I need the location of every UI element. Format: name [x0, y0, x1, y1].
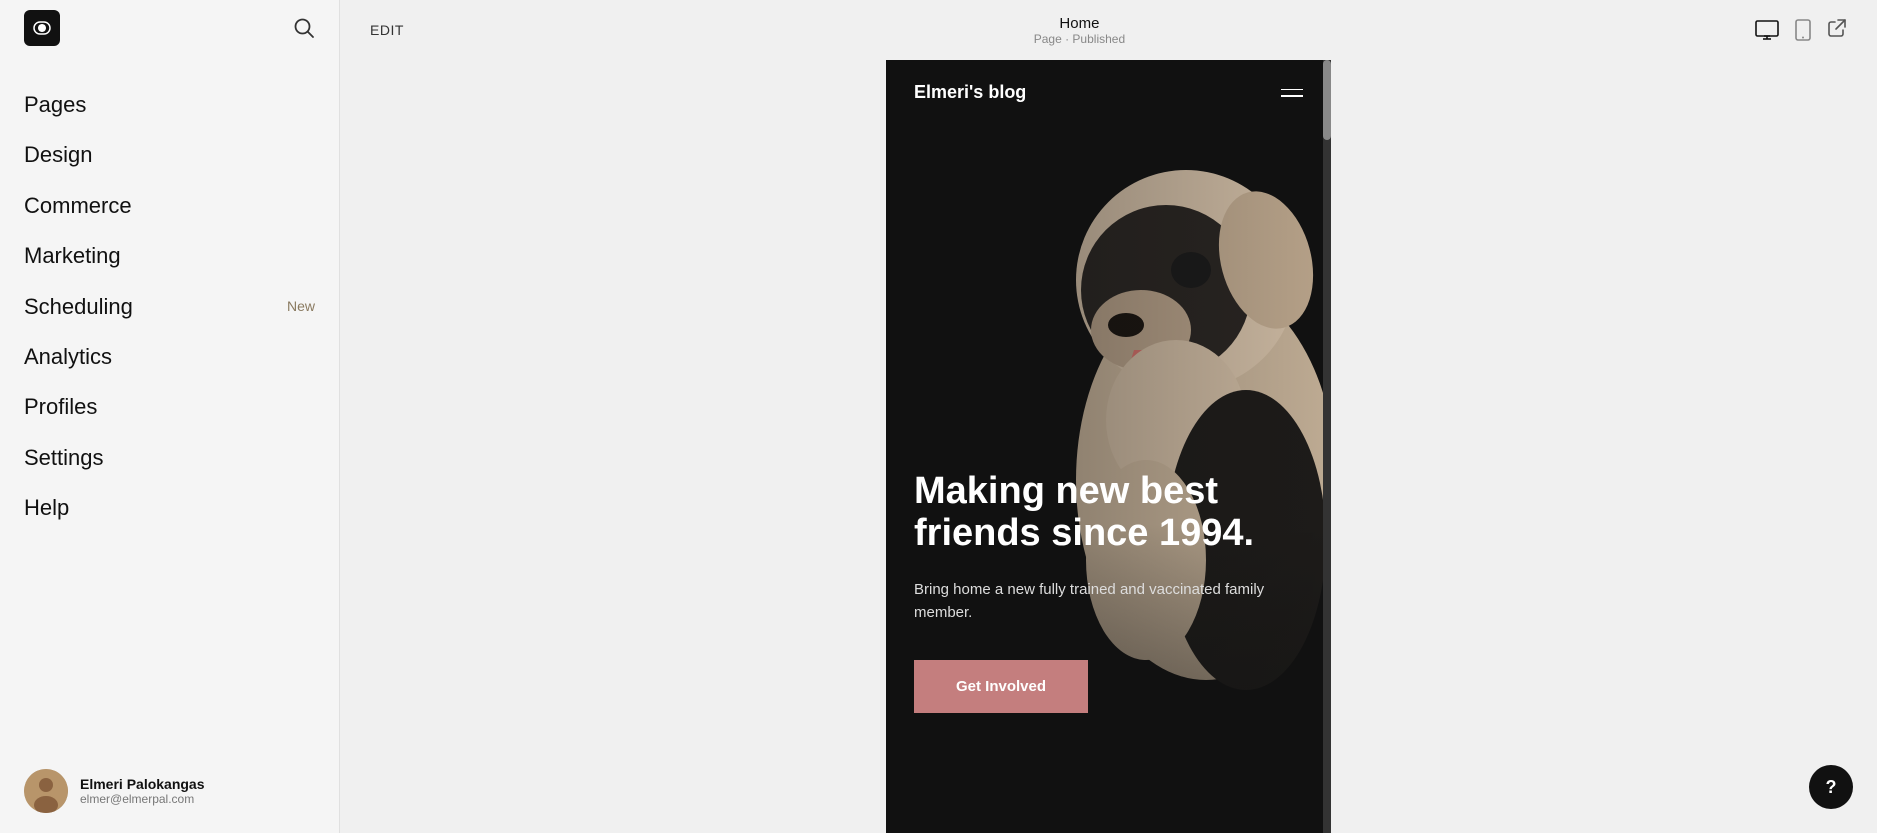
hamburger-icon — [1281, 89, 1303, 97]
user-name: Elmeri Palokangas — [80, 776, 205, 792]
sidebar-item-commerce[interactable]: Commerce — [0, 181, 339, 231]
user-info: Elmeri Palokangas elmer@elmerpal.com — [80, 776, 205, 806]
hero-title: Making new best friends since 1994. — [914, 471, 1303, 555]
topbar: EDIT Home Page · Published — [340, 0, 1877, 60]
preview-header: Elmeri's blog — [886, 60, 1331, 125]
sidebar-nav: Pages Design Commerce Marketing Scheduli… — [0, 60, 339, 749]
sidebar-item-marketing[interactable]: Marketing — [0, 231, 339, 281]
sidebar-footer[interactable]: Elmeri Palokangas elmer@elmerpal.com — [0, 749, 339, 833]
sidebar-item-help[interactable]: Help — [0, 483, 339, 533]
canvas-area: Elmeri's blog Making new best friends si… — [340, 60, 1877, 833]
hero-subtitle: Bring home a new fully trained and vacci… — [914, 579, 1303, 624]
preview-hero-content: Making new best friends since 1994. Brin… — [914, 471, 1303, 713]
mobile-view-button[interactable] — [1795, 19, 1811, 41]
new-badge: New — [287, 298, 315, 315]
external-link-button[interactable] — [1827, 18, 1847, 43]
preview-container: Elmeri's blog Making new best friends si… — [886, 60, 1331, 833]
desktop-view-button[interactable] — [1755, 20, 1779, 40]
sidebar-item-pages[interactable]: Pages — [0, 80, 339, 130]
preview-site-title: Elmeri's blog — [914, 82, 1026, 103]
user-email: elmer@elmerpal.com — [80, 792, 205, 806]
sidebar: Pages Design Commerce Marketing Scheduli… — [0, 0, 340, 833]
topbar-right — [1755, 18, 1847, 43]
page-subtitle: Page · Published — [1034, 32, 1125, 46]
topbar-center: Home Page · Published — [1034, 15, 1125, 46]
sidebar-item-scheduling[interactable]: Scheduling New — [0, 282, 339, 332]
sidebar-item-analytics[interactable]: Analytics — [0, 332, 339, 382]
sidebar-item-design[interactable]: Design — [0, 130, 339, 180]
preview-scrollbar[interactable] — [1323, 60, 1331, 833]
avatar — [24, 769, 68, 813]
main-area: EDIT Home Page · Published — [340, 0, 1877, 833]
logo[interactable] — [24, 10, 60, 51]
edit-button[interactable]: EDIT — [370, 22, 404, 38]
sidebar-top — [0, 0, 339, 60]
hero-background — [886, 60, 1331, 833]
sidebar-item-settings[interactable]: Settings — [0, 433, 339, 483]
sidebar-item-profiles[interactable]: Profiles — [0, 382, 339, 432]
help-button[interactable]: ? — [1809, 765, 1853, 809]
search-icon[interactable] — [293, 17, 315, 44]
page-title: Home — [1059, 15, 1099, 32]
cta-button[interactable]: Get Involved — [914, 660, 1088, 713]
